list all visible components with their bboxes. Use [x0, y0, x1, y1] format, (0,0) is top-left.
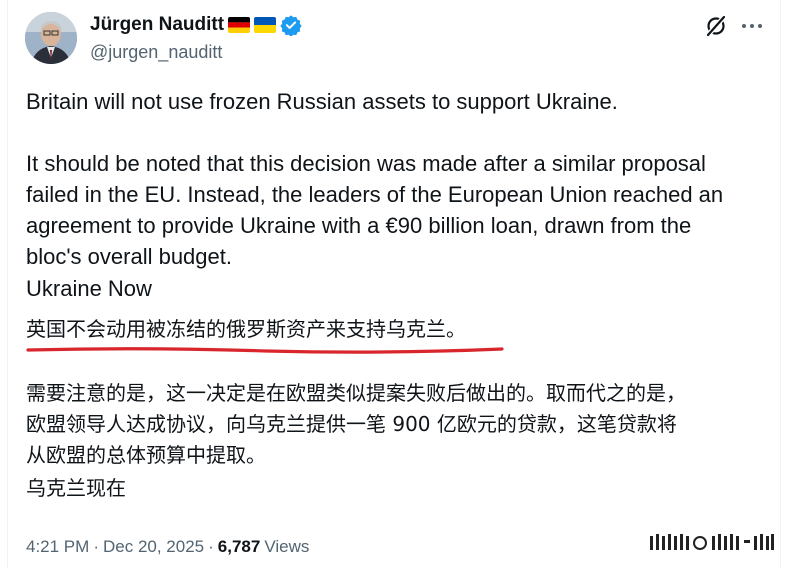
- avatar[interactable]: [25, 12, 77, 64]
- views-count: 6,787: [217, 537, 261, 556]
- red-underline-annotation: [26, 347, 504, 354]
- germany-flag-icon: [228, 17, 251, 33]
- post-text-zh-body: 需要注意的是，这一决定是在欧盟类似提案失败后做出的。取而代之的是， 欧盟领导人达…: [26, 381, 686, 467]
- views-label: Views: [264, 537, 310, 556]
- post-time[interactable]: 4:21 PM: [26, 537, 89, 557]
- post-text-zh-source: 乌克兰现在: [26, 476, 126, 500]
- more-options-icon[interactable]: [739, 14, 765, 38]
- meta-separator: ·: [208, 537, 214, 556]
- author-name-row: Jürgen Nauditt: [90, 12, 302, 38]
- post-text-en-body: It should be noted that this decision wa…: [26, 151, 724, 269]
- post-text-en-headline: Britain will not use frozen Russian asse…: [26, 89, 618, 114]
- post-text-zh-headline: 英国不会动用被冻结的俄罗斯资产来支持乌克兰。: [26, 317, 466, 341]
- avatar-image: [25, 12, 77, 64]
- watermark-logo: [650, 534, 774, 550]
- author-handle[interactable]: @jurgen_nauditt: [90, 42, 222, 63]
- grok-icon[interactable]: [704, 14, 728, 38]
- post-date[interactable]: Dec 20, 2025: [103, 537, 204, 557]
- verified-badge-icon: [280, 14, 302, 37]
- ukraine-flag-icon: [254, 17, 277, 33]
- post-meta: 4:21 PM · Dec 20, 2025 · 6,787 Views: [26, 537, 309, 557]
- author-name[interactable]: Jürgen Nauditt: [90, 14, 224, 36]
- meta-separator: ·: [93, 537, 99, 556]
- post-text-en-source: Ukraine Now: [26, 276, 152, 301]
